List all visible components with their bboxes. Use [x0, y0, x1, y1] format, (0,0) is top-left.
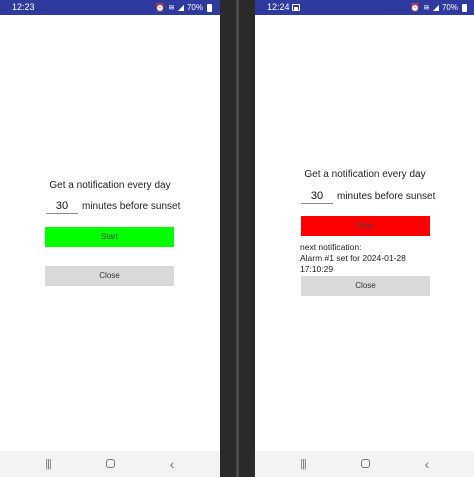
- close-button[interactable]: Close: [45, 266, 174, 286]
- nav-bar: ||| ‹: [255, 451, 474, 477]
- back-icon[interactable]: ‹: [160, 451, 184, 477]
- minutes-input[interactable]: [301, 188, 333, 204]
- recents-icon[interactable]: |||: [36, 451, 60, 477]
- minutes-label: minutes before sunset: [337, 191, 436, 202]
- signal-icon: ◢: [432, 3, 439, 12]
- alarm-icon: ⏰: [410, 3, 421, 12]
- right-phone-screen: 12:24 ⏰ ≋ ◢ 70% Get a notification every…: [255, 0, 474, 477]
- battery-percent: 70%: [441, 3, 458, 12]
- status-time: 12:24: [267, 2, 290, 12]
- recents-icon[interactable]: |||: [291, 451, 315, 477]
- next-notification-text: next notification: Alarm #1 set for 2024…: [300, 242, 406, 275]
- close-button[interactable]: Close: [301, 276, 430, 296]
- status-bar: 12:24 ⏰ ≋ ◢ 70%: [255, 0, 474, 15]
- home-icon[interactable]: [353, 451, 377, 477]
- stop-button[interactable]: Stop: [301, 216, 430, 236]
- headline: Get a notification every day: [49, 180, 171, 191]
- alarm-line: Alarm #1 set for 2024-01-28: [300, 253, 406, 263]
- next-notification-label: next notification:: [300, 242, 362, 252]
- start-button[interactable]: Start: [45, 227, 174, 247]
- battery-icon: [462, 3, 467, 12]
- alarm-icon: ⏰: [155, 3, 166, 12]
- gallery-icon: [292, 4, 300, 11]
- alarm-time: 17:10:29: [300, 264, 334, 274]
- signal-icon: ◢: [177, 3, 184, 12]
- home-icon[interactable]: [98, 451, 122, 477]
- wifi-calling-icon: ≋: [168, 3, 175, 12]
- headline: Get a notification every day: [304, 169, 426, 180]
- back-icon[interactable]: ‹: [415, 451, 439, 477]
- wifi-calling-icon: ≋: [423, 3, 430, 12]
- battery-percent: 70%: [186, 3, 203, 12]
- left-phone-screen: 12:23 ⏰ ≋ ◢ 70% Get a notification every…: [0, 0, 220, 477]
- status-bar: 12:23 ⏰ ≋ ◢ 70%: [0, 0, 220, 15]
- minutes-input[interactable]: [46, 198, 78, 214]
- status-icons: ⏰ ≋ ◢ 70%: [155, 0, 212, 15]
- battery-icon: [207, 3, 212, 12]
- divider-line: [236, 0, 239, 477]
- status-time: 12:23: [12, 2, 35, 12]
- minutes-label: minutes before sunset: [82, 201, 181, 212]
- nav-bar: ||| ‹: [0, 451, 220, 477]
- status-icons: ⏰ ≋ ◢ 70%: [410, 0, 467, 15]
